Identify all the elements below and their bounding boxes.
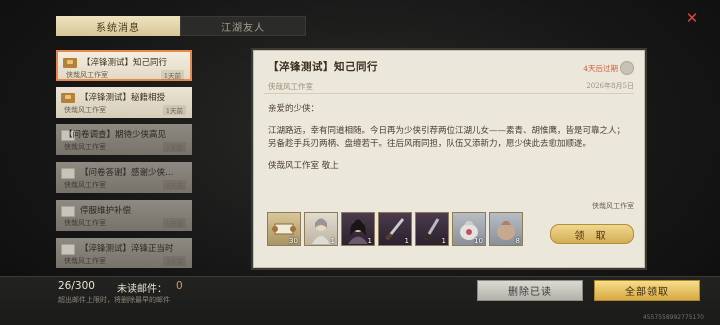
mail-title: 【淬锋测试】秘籍相授 xyxy=(80,93,166,103)
tab-bar: 系统消息 江湖友人 xyxy=(56,16,306,36)
detail-date: 2026年8月5日 xyxy=(586,82,634,90)
mail-item[interactable]: 【淬锋测试】秘籍相授 侠哉风工作室 1天前 xyxy=(56,87,192,118)
envelope-open-icon xyxy=(61,168,75,179)
mail-item[interactable]: 【淬锋测试】淬锋正当时 侠哉风工作室 2天前 xyxy=(56,238,192,268)
body-text: 江湖路远，幸有同道相随。今日再为少侠引荐两位江湖儿女——素青、胡惟鹰，皆是可靠之… xyxy=(268,125,626,150)
signature: 侠哉风工作室 xyxy=(592,202,634,210)
detail-body: 亲爱的少侠： 江湖路远，幸有同道相随。今日再为少侠引荐两位江湖儿女——素青、胡惟… xyxy=(268,103,628,181)
expire-label: 4天后过期 xyxy=(583,64,618,73)
mail-age: 1天前 xyxy=(162,105,186,115)
mail-sender: 侠哉风工作室 xyxy=(66,71,108,79)
attachment-count: 1 xyxy=(441,237,446,245)
mail-sender: 侠哉风工作室 xyxy=(64,143,106,151)
envelope-icon xyxy=(63,58,77,68)
attachment-count: 8 xyxy=(515,237,520,245)
mail-item[interactable]: 【问卷答谢】感谢少侠… 侠哉风工作室 1天前 xyxy=(56,162,192,193)
mail-sender: 侠哉风工作室 xyxy=(64,257,106,265)
close-icon[interactable]: ✕ xyxy=(684,10,700,26)
attachment-item[interactable]: 8 xyxy=(489,212,523,246)
detail-title: 【淬锋测试】知己同行 xyxy=(268,61,378,73)
mail-title: 【淬锋测试】淬锋正当时 xyxy=(80,244,174,254)
attachment-count: 30 xyxy=(289,237,298,245)
mail-sender: 侠哉风工作室 xyxy=(64,181,106,189)
envelope-icon xyxy=(61,93,75,103)
attachment-item[interactable]: 10 xyxy=(452,212,486,246)
attachment-item[interactable]: 1 xyxy=(415,212,449,246)
attachment-count: 1 xyxy=(404,237,409,245)
tab-jianghu-friends[interactable]: 江湖友人 xyxy=(180,16,306,36)
attachment-list: 30 1 1 1 1 10 8 xyxy=(267,212,523,246)
mail-title: 【问卷答谢】感谢少侠… xyxy=(80,168,174,178)
claim-button[interactable]: 领 取 xyxy=(550,224,634,244)
mail-item[interactable]: 停服维护补偿 侠哉风工作室 1天前 xyxy=(56,200,192,231)
mail-age: 1天前 xyxy=(162,218,186,228)
attachment-count: 1 xyxy=(330,237,335,245)
attachment-count: 10 xyxy=(474,237,483,245)
mail-age: 1天前 xyxy=(162,180,186,190)
mail-detail-panel: 【淬锋测试】知己同行 4天后过期 侠哉风工作室 2026年8月5日 亲爱的少侠：… xyxy=(253,50,645,268)
envelope-open-icon xyxy=(61,244,75,255)
attachment-item[interactable]: 1 xyxy=(341,212,375,246)
mail-sender: 侠哉风工作室 xyxy=(64,219,106,227)
mail-sender: 侠哉风工作室 xyxy=(64,106,106,114)
clock-icon xyxy=(620,61,634,75)
unread-value: 0 xyxy=(176,280,183,292)
mail-item[interactable]: 【问卷调查】期待少侠高见 侠哉风工作室 1天前 xyxy=(56,124,192,155)
user-id: 4557558992775170 xyxy=(642,314,704,321)
envelope-open-icon xyxy=(61,206,75,217)
attachment-item[interactable]: 1 xyxy=(304,212,338,246)
mail-count: 26/300 xyxy=(58,280,95,292)
mail-item[interactable]: 【淬锋测试】知己同行 侠哉风工作室 1天前 xyxy=(56,50,192,81)
mail-title: 【淬锋测试】知己同行 xyxy=(82,58,168,68)
mail-title: 【问卷调查】期待少侠高见 xyxy=(64,130,167,140)
closing: 侠哉风工作室 敬上 xyxy=(268,160,339,171)
greeting: 亲爱的少侠： xyxy=(268,104,320,114)
attachment-item[interactable]: 1 xyxy=(378,212,412,246)
claim-all-button[interactable]: 全部领取 xyxy=(594,280,700,301)
divider xyxy=(264,93,634,94)
mail-title: 停服维护补偿 xyxy=(80,206,132,216)
tab-system-messages[interactable]: 系统消息 xyxy=(56,16,180,36)
mail-age: 1天前 xyxy=(162,142,186,152)
detail-sender: 侠哉风工作室 xyxy=(268,82,313,91)
attachment-item[interactable]: 30 xyxy=(267,212,301,246)
mail-age: 2天前 xyxy=(162,256,186,266)
delete-read-button[interactable]: 删除已读 xyxy=(477,280,583,301)
mail-age: 1天前 xyxy=(160,70,184,80)
attachment-count: 1 xyxy=(367,237,372,245)
unread-label: 未读邮件： xyxy=(117,284,167,295)
limit-note: 超出邮件上限时，将删除最早的邮件 xyxy=(58,296,170,304)
